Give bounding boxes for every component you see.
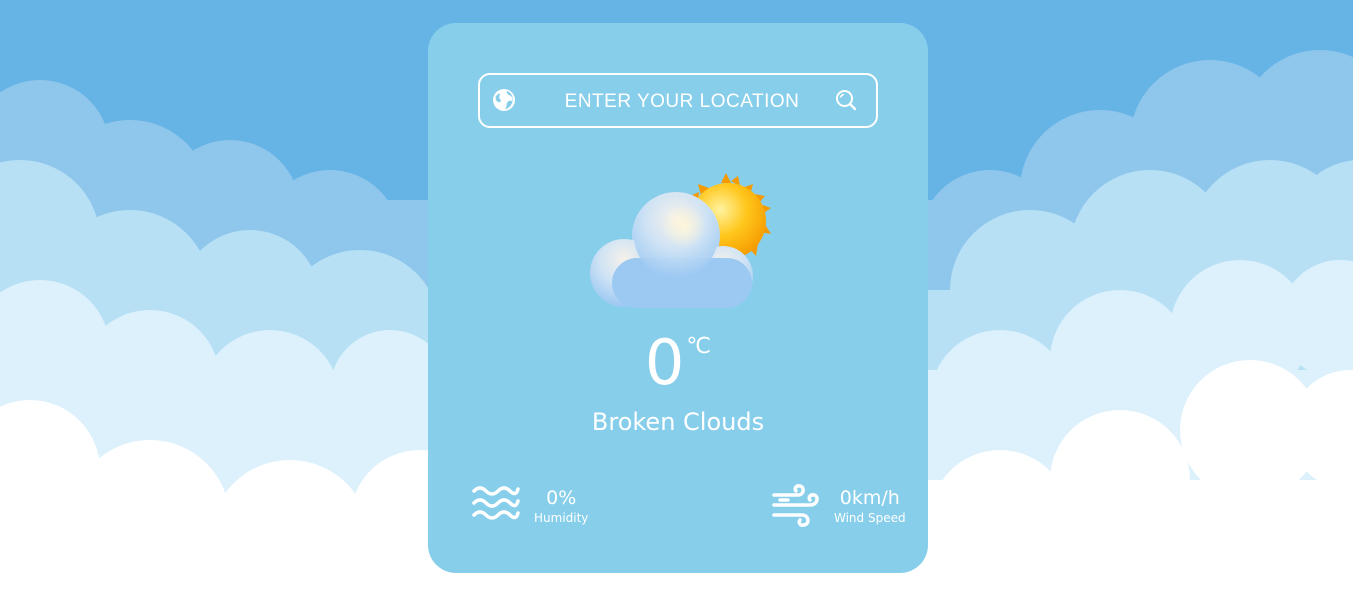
wind-stat: 0km/h Wind Speed [772,483,906,527]
humidity-label: Humidity [534,511,589,525]
wind-text: 0km/h Wind Speed [834,485,906,525]
wind-icon [772,484,819,527]
search-box [478,73,878,128]
wind-label: Wind Speed [834,511,906,525]
temperature-value: 0 [644,326,685,399]
humidity-text: 0% Humidity [534,485,588,525]
wind-value: 0km/h [839,487,900,509]
temperature: 0℃ [428,328,928,398]
app-background: 0℃ Broken Clouds 0% Humidity [0,0,1353,598]
humidity-waves-icon [472,486,520,520]
globe-icon [493,89,515,111]
broken-clouds-icon [590,173,771,308]
weather-card: 0℃ Broken Clouds 0% Humidity [428,23,928,573]
humidity-value: 0% [546,487,577,509]
location-search-input[interactable] [530,83,834,121]
humidity-stat: 0% Humidity [472,483,588,527]
weather-description: Broken Clouds [591,408,765,436]
temperature-unit: ℃ [686,334,712,359]
search-icon[interactable] [834,88,858,112]
